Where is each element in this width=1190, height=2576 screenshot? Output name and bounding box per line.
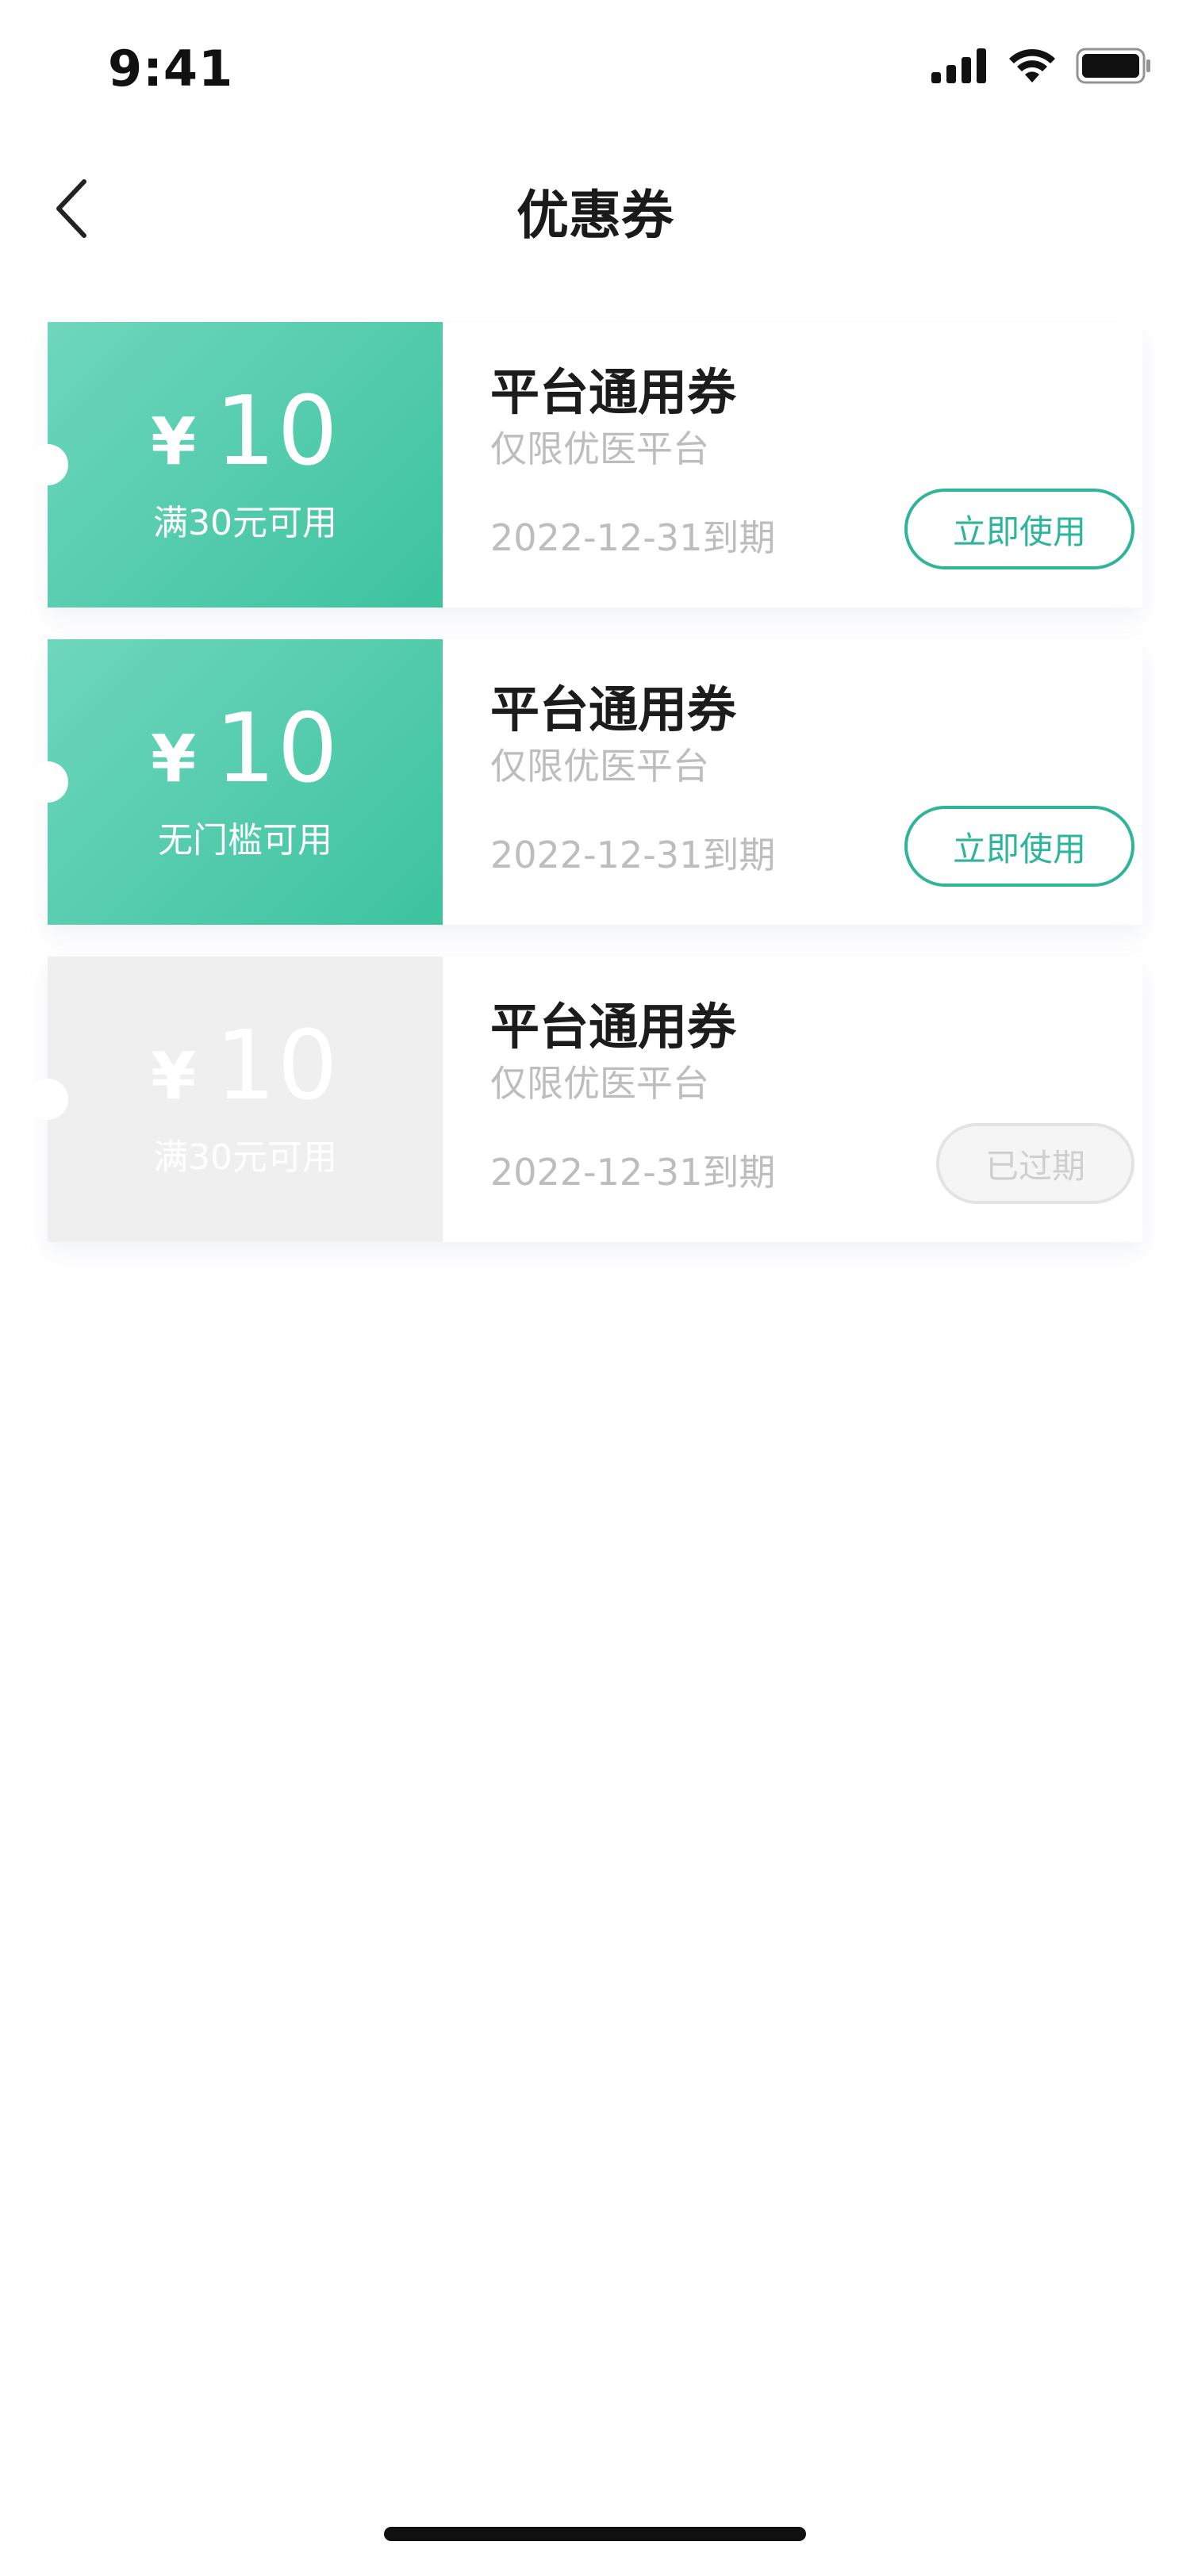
coupon-card-expired: ¥ 10 满30元可用 平台通用券 仅限优医平台 2022-12-31到期 已过… bbox=[27, 956, 1142, 1242]
nav-bar: 优惠券 bbox=[0, 151, 1190, 270]
coupon-currency: ¥ bbox=[151, 1039, 197, 1114]
coupon-amount-row: ¥ 10 bbox=[151, 1019, 340, 1114]
home-indicator bbox=[384, 2527, 806, 2541]
coupon-amount: 10 bbox=[215, 1011, 340, 1121]
coupon-card: ¥ 10 无门槛可用 平台通用券 仅限优医平台 2022-12-31到期 立即使… bbox=[27, 639, 1142, 925]
coupon-info: 平台通用券 仅限优医平台 2022-12-31到期 立即使用 bbox=[443, 639, 1142, 925]
coupon-title: 平台通用券 bbox=[490, 363, 737, 421]
cellular-signal-icon bbox=[931, 48, 988, 86]
coupon-notch bbox=[27, 1079, 68, 1120]
coupon-amount: 10 bbox=[215, 377, 340, 487]
coupon-currency: ¥ bbox=[151, 404, 197, 480]
coupon-amount: 10 bbox=[215, 694, 340, 804]
coupon-scope: 仅限优医平台 bbox=[490, 745, 709, 788]
battery-icon bbox=[1076, 48, 1152, 87]
coupon-notch bbox=[27, 761, 68, 803]
coupon-list: ¥ 10 满30元可用 平台通用券 仅限优医平台 2022-12-31到期 立即… bbox=[27, 322, 1142, 1274]
coupon-info: 平台通用券 仅限优医平台 2022-12-31到期 立即使用 bbox=[443, 322, 1142, 608]
use-now-button[interactable]: 立即使用 bbox=[904, 489, 1134, 569]
coupon-expiry: 2022-12-31到期 bbox=[490, 1151, 776, 1194]
use-now-button[interactable]: 立即使用 bbox=[904, 806, 1134, 887]
page-title: 优惠券 bbox=[516, 185, 674, 246]
coupon-title: 平台通用券 bbox=[490, 680, 737, 738]
coupon-currency: ¥ bbox=[151, 722, 197, 797]
coupon-condition: 满30元可用 bbox=[153, 1137, 337, 1178]
wifi-icon bbox=[1008, 48, 1057, 87]
coupon-card: ¥ 10 满30元可用 平台通用券 仅限优医平台 2022-12-31到期 立即… bbox=[27, 322, 1142, 608]
coupon-notch bbox=[27, 444, 68, 485]
expired-badge: 已过期 bbox=[936, 1123, 1134, 1204]
coupon-amount-row: ¥ 10 bbox=[151, 702, 340, 797]
coupon-amount-row: ¥ 10 bbox=[151, 385, 340, 480]
coupon-title: 平台通用券 bbox=[490, 998, 737, 1056]
coupon-value-panel: ¥ 10 满30元可用 bbox=[27, 322, 443, 608]
status-icons bbox=[931, 48, 1152, 87]
coupon-expiry: 2022-12-31到期 bbox=[490, 834, 776, 876]
coupon-expiry: 2022-12-31到期 bbox=[490, 516, 776, 559]
coupon-scope: 仅限优医平台 bbox=[490, 427, 709, 470]
coupon-condition: 无门槛可用 bbox=[158, 820, 332, 861]
status-bar: 9:41 bbox=[0, 0, 1190, 143]
coupon-value-panel: ¥ 10 满30元可用 bbox=[27, 956, 443, 1242]
coupon-scope: 仅限优医平台 bbox=[490, 1062, 709, 1105]
coupon-condition: 满30元可用 bbox=[153, 503, 337, 543]
status-time: 9:41 bbox=[108, 40, 234, 98]
coupon-info: 平台通用券 仅限优医平台 2022-12-31到期 已过期 bbox=[443, 956, 1142, 1242]
coupon-value-panel: ¥ 10 无门槛可用 bbox=[27, 639, 443, 925]
